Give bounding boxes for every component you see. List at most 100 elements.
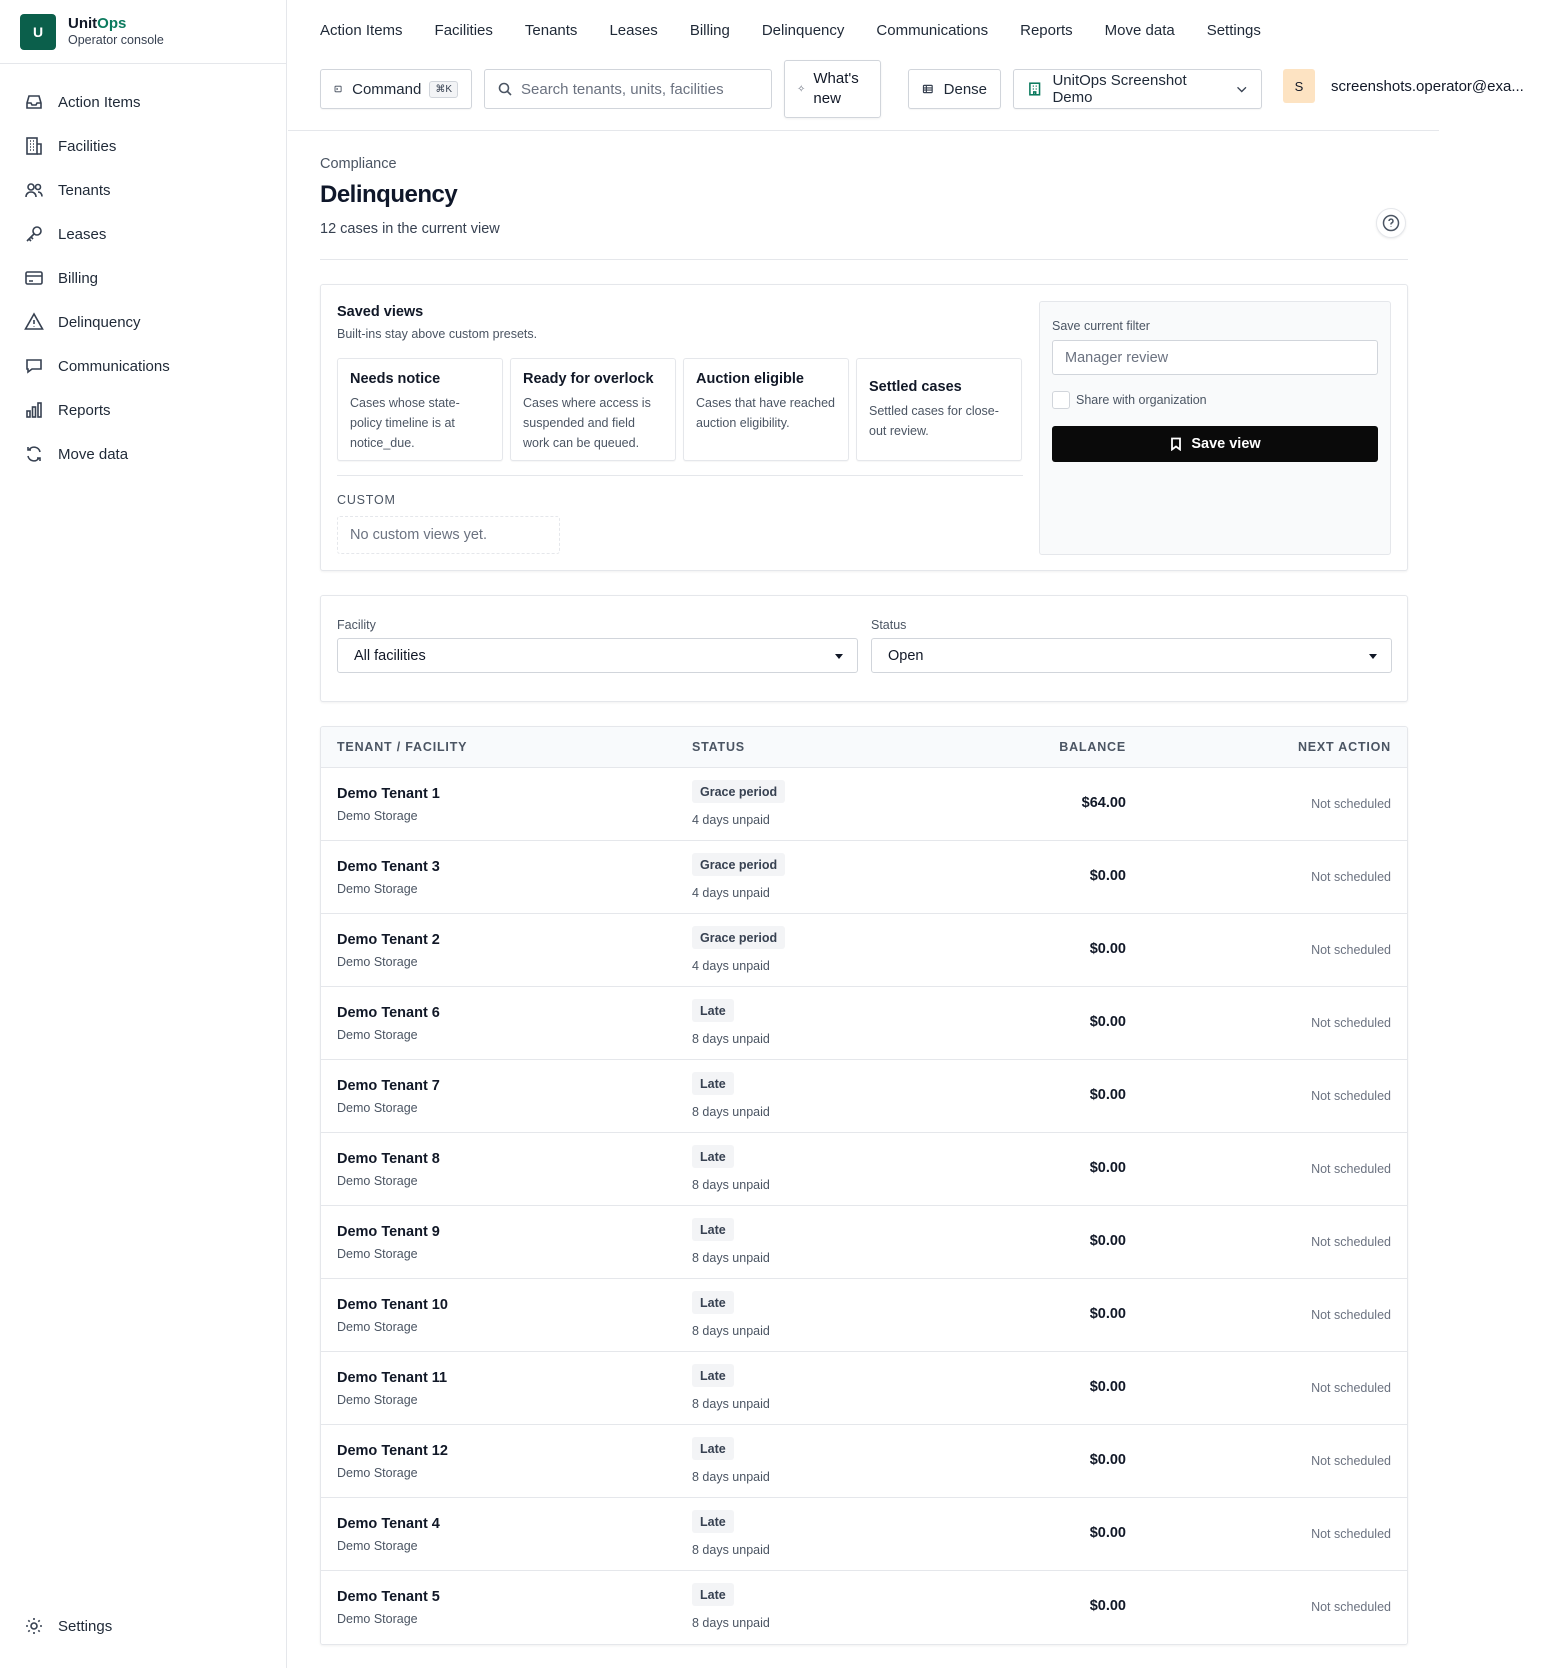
status-badge: Grace period [692, 780, 786, 803]
sidebar-item-label: Reports [58, 401, 111, 419]
preset-ready-for-overlock[interactable]: Ready for overlock Cases where access is… [510, 358, 676, 461]
next-action: Not scheduled [1311, 1454, 1391, 1468]
sidebar-item-communications[interactable]: Communications [0, 344, 286, 388]
top-link-leases[interactable]: Leases [593, 22, 673, 39]
next-action: Not scheduled [1311, 1308, 1391, 1322]
dense-toggle-button[interactable]: Dense [908, 69, 1001, 109]
sidebar-item-move-data[interactable]: Move data [0, 432, 286, 476]
avatar[interactable]: S [1283, 69, 1315, 103]
whats-new-label: What's new [813, 70, 859, 107]
bar-chart-icon [26, 402, 42, 418]
days-unpaid: 8 days unpaid [692, 1178, 770, 1192]
top-link-move-data[interactable]: Move data [1089, 22, 1191, 39]
preset-settled-cases[interactable]: Settled cases Settled cases for close-ou… [856, 358, 1022, 461]
top-link-tenants[interactable]: Tenants [509, 22, 594, 39]
table-row[interactable]: Demo Tenant 10 Demo Storage Late 8 days unp… [321, 1279, 1407, 1352]
facility-select-value: All facilities [354, 647, 426, 664]
top-link-reports[interactable]: Reports [1004, 22, 1089, 39]
facility-name: Demo Storage [337, 955, 418, 969]
status-badge: Late [692, 1583, 734, 1606]
top-link-settings[interactable]: Settings [1191, 22, 1277, 39]
sidebar-item-settings[interactable]: Settings [0, 1604, 286, 1648]
search-icon [498, 82, 512, 96]
preset-auction-eligible[interactable]: Auction eligible Cases that have reached… [683, 358, 849, 461]
tenant-name: Demo Tenant 2 [337, 932, 440, 948]
sidebar-item-billing[interactable]: Billing [0, 256, 286, 300]
command-button[interactable]: Command ⌘K [320, 69, 472, 109]
table-row[interactable]: Demo Tenant 2 Demo Storage Grace period 4 d… [321, 914, 1407, 987]
sidebar: U UnitOps Operator console Action Items … [0, 0, 287, 1668]
table-row[interactable]: Demo Tenant 11 Demo Storage Late 8 days unp… [321, 1352, 1407, 1425]
table-row[interactable]: Demo Tenant 3 Demo Storage Grace period 4 d… [321, 841, 1407, 914]
top-link-delinquency[interactable]: Delinquency [746, 22, 861, 39]
status-badge: Late [692, 1145, 734, 1168]
brand-name-part2: Ops [97, 15, 127, 32]
days-unpaid: 8 days unpaid [692, 1616, 770, 1630]
sidebar-item-delinquency[interactable]: Delinquency [0, 300, 286, 344]
search-box[interactable] [484, 69, 772, 109]
building-icon [26, 137, 42, 155]
preset-description: Cases where access is suspended and fiel… [523, 396, 651, 450]
tenant-name: Demo Tenant 10 [337, 1297, 448, 1313]
column-header-tenant[interactable]: TENANT / FACILITY [337, 740, 467, 754]
facility-name: Demo Storage [337, 1393, 418, 1407]
whats-new-button[interactable]: ✧ What's new [784, 60, 881, 118]
table-row[interactable]: Demo Tenant 1 Demo Storage Grace period 4 d… [321, 768, 1407, 841]
save-view-button[interactable]: Save view [1052, 426, 1378, 462]
status-select[interactable]: Open [871, 638, 1392, 673]
user-email[interactable]: screenshots.operator@exa... [1331, 78, 1531, 95]
facility-select[interactable]: All facilities [337, 638, 858, 673]
command-label: Command [352, 80, 422, 98]
tenant-name: Demo Tenant 7 [337, 1078, 440, 1094]
top-links: Action Items Facilities Tenants Leases B… [288, 0, 1439, 60]
column-header-balance[interactable]: BALANCE [1059, 740, 1126, 754]
next-action: Not scheduled [1311, 1527, 1391, 1541]
column-header-status[interactable]: STATUS [692, 740, 745, 754]
saved-views-title: Saved views [337, 304, 424, 320]
preset-description: Settled cases for close-out review. [869, 403, 999, 438]
status-badge: Late [692, 1291, 734, 1314]
next-action: Not scheduled [1311, 1600, 1391, 1614]
balance: $0.00 [1089, 868, 1126, 884]
status-badge: Late [692, 1437, 734, 1460]
tenant-name: Demo Tenant 1 [337, 786, 440, 802]
top-link-billing[interactable]: Billing [674, 22, 746, 39]
top-link-facilities[interactable]: Facilities [419, 22, 509, 39]
table-row[interactable]: Demo Tenant 4 Demo Storage Late 8 days unpa… [321, 1498, 1407, 1571]
table-row[interactable]: Demo Tenant 12 Demo Storage Late 8 days unp… [321, 1425, 1407, 1498]
share-checkbox[interactable] [1052, 391, 1070, 409]
table-row[interactable]: Demo Tenant 5 Demo Storage Late 8 days unpa… [321, 1571, 1407, 1644]
balance: $0.00 [1089, 1160, 1126, 1176]
preset-needs-notice[interactable]: Needs notice Cases whose state-policy ti… [337, 358, 503, 461]
next-action: Not scheduled [1311, 797, 1391, 811]
sidebar-item-facilities[interactable]: Facilities [0, 124, 286, 168]
table-row[interactable]: Demo Tenant 6 Demo Storage Late 8 days unpa… [321, 987, 1407, 1060]
balance: $0.00 [1089, 1233, 1126, 1249]
sparkle-icon: ✧ [797, 83, 806, 95]
sidebar-item-reports[interactable]: Reports [0, 388, 286, 432]
gear-icon [26, 1618, 42, 1634]
brand[interactable]: U UnitOps Operator console [0, 0, 286, 64]
view-name-input[interactable] [1052, 340, 1378, 375]
share-option[interactable]: Share with organization [1052, 391, 1207, 409]
top-link-communications[interactable]: Communications [860, 22, 1004, 39]
status-badge: Late [692, 1510, 734, 1533]
status-badge: Late [692, 1218, 734, 1241]
next-action: Not scheduled [1311, 943, 1391, 957]
warning-icon [24, 312, 44, 330]
sidebar-item-action-items[interactable]: Action Items [0, 80, 286, 124]
top-link-action-items[interactable]: Action Items [304, 22, 419, 39]
table-row[interactable]: Demo Tenant 9 Demo Storage Late 8 days unpa… [321, 1206, 1407, 1279]
days-unpaid: 4 days unpaid [692, 959, 770, 973]
column-header-next-action[interactable]: NEXT ACTION [1298, 740, 1391, 754]
table-row[interactable]: Demo Tenant 8 Demo Storage Late 8 days unpa… [321, 1133, 1407, 1206]
sidebar-item-tenants[interactable]: Tenants [0, 168, 286, 212]
bookmark-icon [1171, 437, 1182, 451]
help-button[interactable] [1376, 208, 1406, 238]
sidebar-item-leases[interactable]: Leases [0, 212, 286, 256]
table-row[interactable]: Demo Tenant 7 Demo Storage Late 8 days unpa… [321, 1060, 1407, 1133]
tenant-name: Demo Tenant 12 [337, 1443, 448, 1459]
search-input[interactable] [521, 80, 761, 98]
org-switcher[interactable]: UnitOps Screenshot Demo [1013, 69, 1262, 109]
preset-name: Ready for overlock [523, 371, 654, 387]
